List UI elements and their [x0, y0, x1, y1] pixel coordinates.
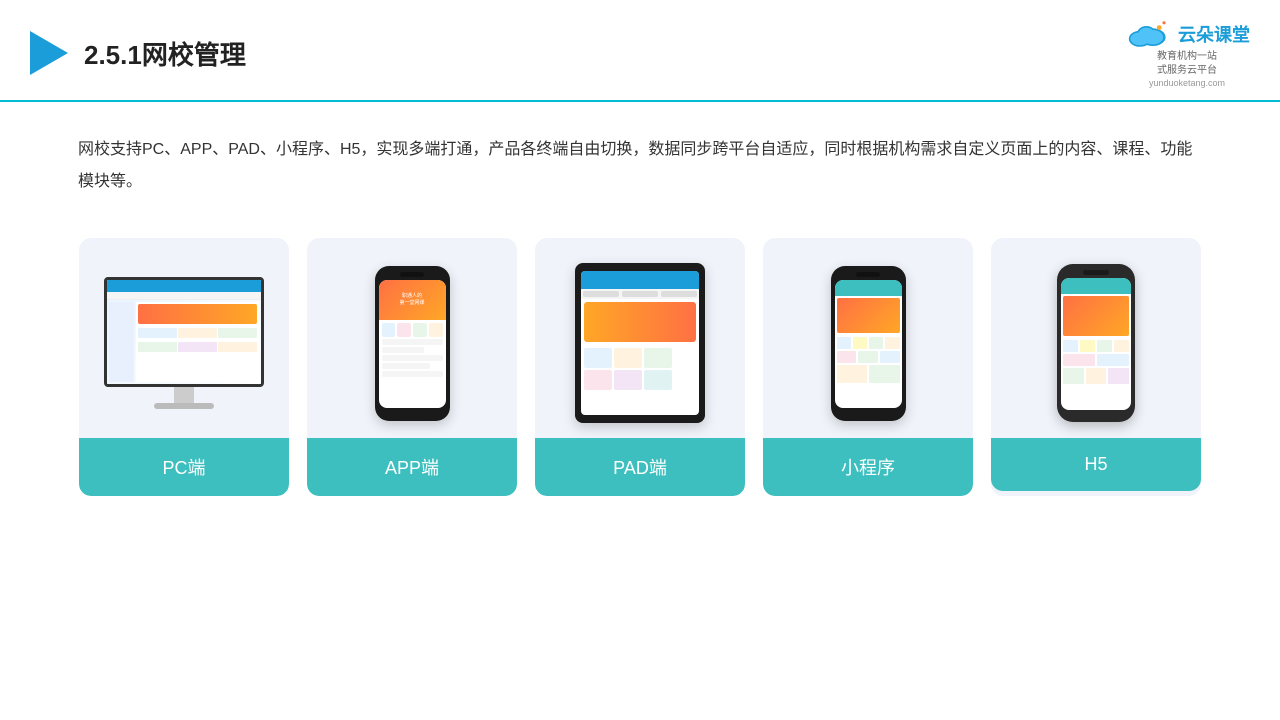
card-miniprogram: 小程序	[763, 238, 973, 496]
card-pc-label: PC端	[79, 438, 289, 496]
h5-phone-icon	[1057, 264, 1135, 422]
pad-tablet-icon	[575, 263, 705, 423]
card-h5-image	[991, 238, 1201, 438]
card-pad-label: PAD端	[535, 438, 745, 496]
app-phone-icon: 职通人的第一堂网课	[375, 266, 450, 421]
card-h5: H5	[991, 238, 1201, 496]
card-pad: PAD端	[535, 238, 745, 496]
page-title: 2.5.1网校管理	[84, 35, 246, 72]
card-app-image: 职通人的第一堂网课	[307, 238, 517, 438]
card-app: 职通人的第一堂网课	[307, 238, 517, 496]
card-pc: PC端	[79, 238, 289, 496]
brand-url: yunduoketang.com	[1149, 78, 1225, 88]
card-miniprogram-label: 小程序	[763, 438, 973, 496]
brand-name-text: 云朵课堂	[1178, 21, 1250, 47]
brand-logo: 云朵课堂	[1124, 18, 1250, 50]
cards-container: PC端 职通人的第一堂网课	[0, 218, 1280, 526]
brand-subtitle: 教育机构一站 式服务云平台	[1157, 50, 1217, 78]
logo-triangle-icon	[30, 31, 68, 75]
card-h5-label: H5	[991, 438, 1201, 491]
card-app-label: APP端	[307, 438, 517, 496]
brand-logo-area: 云朵课堂 教育机构一站 式服务云平台 yunduoketang.com	[1124, 18, 1250, 88]
miniprogram-phone-icon	[831, 266, 906, 421]
description-text: 网校支持PC、APP、PAD、小程序、H5，实现多端打通，产品各终端自由切换，数…	[0, 102, 1280, 218]
header: 2.5.1网校管理 云朵课堂 教育机构一站 式服务云平台 yunduoketan…	[0, 0, 1280, 102]
card-miniprogram-image	[763, 238, 973, 438]
header-left: 2.5.1网校管理	[30, 31, 246, 75]
card-pad-image	[535, 238, 745, 438]
card-pc-image	[79, 238, 289, 438]
pc-monitor-icon	[99, 277, 269, 409]
cloud-icon	[1124, 18, 1172, 50]
